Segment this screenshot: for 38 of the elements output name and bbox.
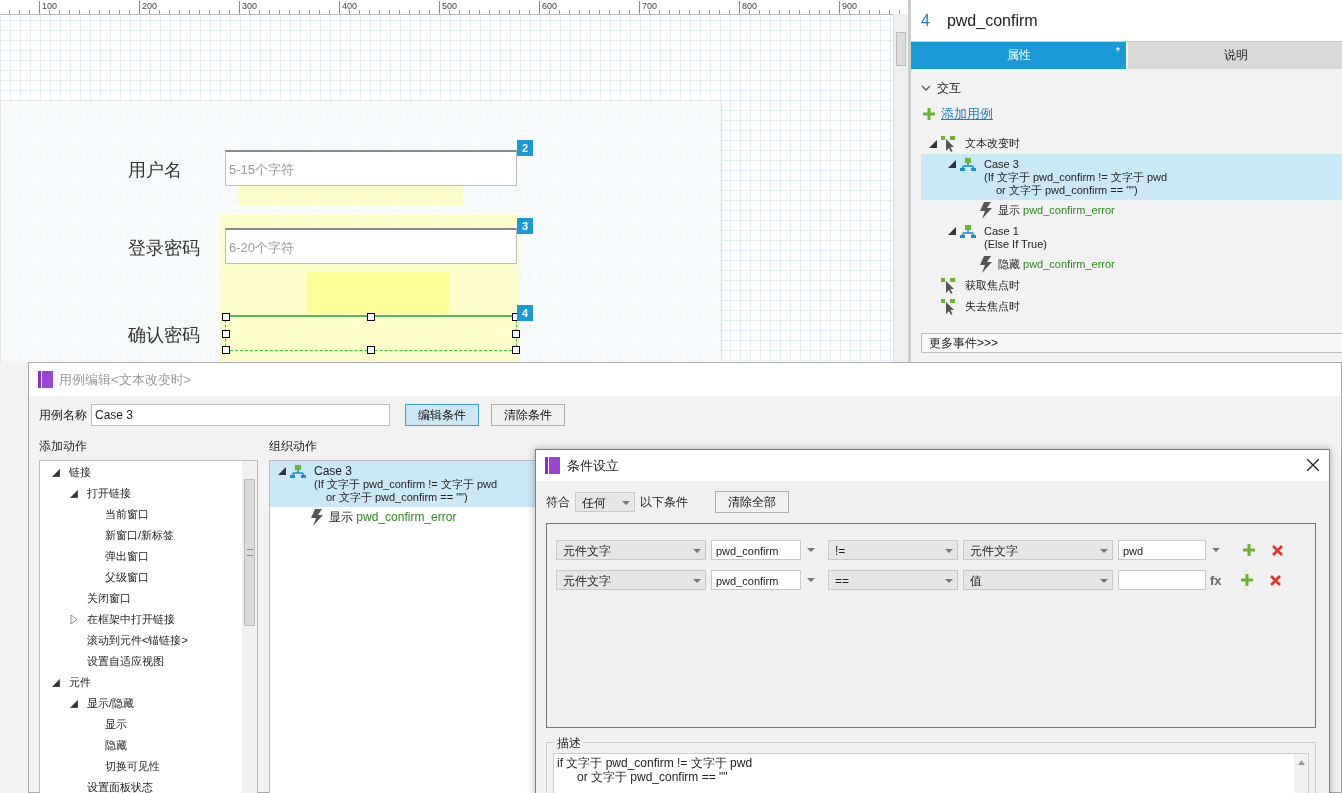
field-label: 用户名 [128, 159, 182, 182]
column-heading: 组织动作 [269, 438, 318, 455]
case-condition: (If 文字于 pwd_confirm != 文字于 pwd [984, 171, 1168, 184]
ruler-label: 600 [539, 1, 558, 12]
widget-name: pwd_confirm [946, 11, 1038, 30]
case-name: Case 3 [984, 158, 1019, 170]
ruler-label: 700 [639, 1, 658, 12]
ruler-label: 300 [239, 1, 258, 12]
description-line: if 文字于 pwd_confirm != 文字于 pwd [557, 756, 753, 770]
description-line: or 文字于 pwd_confirm == "" [577, 770, 728, 784]
column-heading: 添加动作 [39, 438, 88, 455]
case-condition: (If 文字于 pwd_confirm != 文字于 pwd [314, 478, 498, 491]
ruler-label: 800 [739, 1, 758, 12]
case-name: Case 3 [314, 464, 353, 478]
case-name-label: 用例名称 [39, 406, 87, 424]
ruler-label: 400 [339, 1, 358, 12]
field-label: 确认密码 [128, 324, 200, 347]
action-label: 显示 pwd_confirm_error [998, 203, 1115, 218]
field-label: 登录密码 [128, 237, 200, 260]
case-condition: or 文字于 pwd_confirm == "") [996, 184, 1138, 197]
dialog-title: 条件设立 [567, 456, 619, 475]
section-title: 交互 [937, 79, 961, 97]
group-label: 描述 [555, 735, 583, 752]
widget-number: 4 [921, 11, 930, 30]
ruler-label: 200 [139, 1, 158, 12]
match-suffix: 以下条件 [640, 493, 688, 511]
action-label: 显示 pwd_confirm_error [329, 509, 457, 526]
window-title: 用例编辑<文本改变时> [59, 370, 192, 389]
ruler-label: 500 [439, 1, 458, 12]
ruler-label: 900 [839, 1, 858, 12]
action-label: 隐藏 pwd_confirm_error [998, 257, 1115, 272]
badge: 3 [517, 218, 533, 234]
badge: 4 [517, 305, 533, 321]
ruler-label: 100 [39, 1, 58, 12]
badge: 2 [517, 140, 533, 156]
case-condition: or 文字于 pwd_confirm == "") [326, 491, 468, 504]
case-name: Case 1 [984, 225, 1019, 237]
case-condition: (Else If True) [984, 238, 1047, 251]
